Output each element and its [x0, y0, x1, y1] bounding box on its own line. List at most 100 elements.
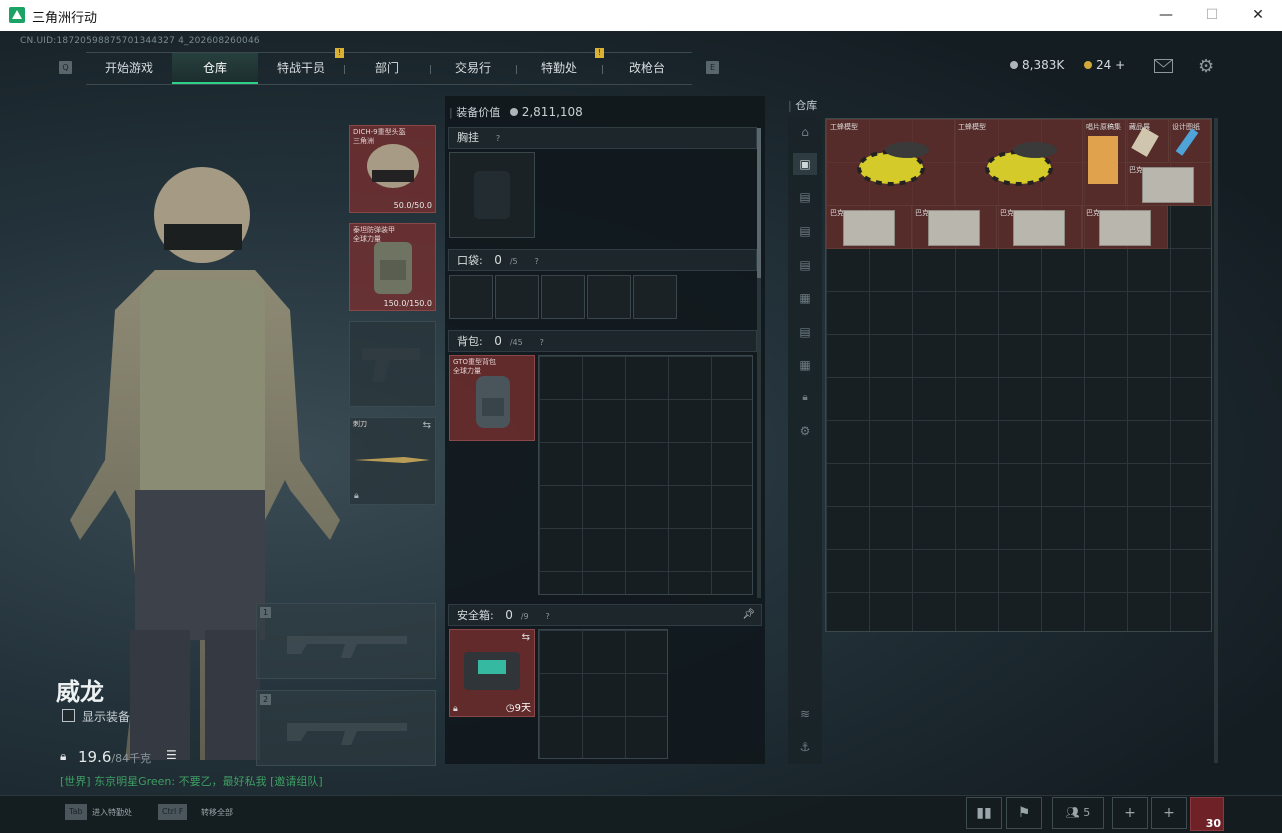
pistol-slot[interactable] [349, 321, 436, 407]
map-image [843, 210, 895, 246]
warehouse-tab-2[interactable]: ▤ [793, 186, 817, 208]
player-level: 30 [1205, 817, 1221, 830]
chat-message[interactable]: [世界] 东京明星Green: 不要乙，最好私我 [邀请组队] [60, 773, 323, 789]
pin-icon[interactable]: 📌︎ [734, 605, 755, 625]
warehouse-tab-3[interactable]: ▤ [793, 220, 817, 242]
warehouse-tab-5[interactable]: ▦ [793, 287, 817, 309]
chest-rig-placeholder-icon [474, 171, 510, 219]
warehouse-tab-1[interactable]: ▣ [793, 153, 817, 175]
tab-department[interactable]: 部门 [344, 53, 430, 84]
add-currency-button[interactable]: + [1115, 58, 1125, 72]
mail-icon[interactable] [1154, 59, 1173, 73]
help-icon[interactable]: ? [535, 612, 553, 622]
pocket-slot[interactable] [587, 275, 631, 319]
settings-icon[interactable]: ⚙ [1198, 56, 1214, 77]
map-image [928, 210, 980, 246]
layers-icon[interactable]: ≋ [793, 703, 817, 725]
add-squad-slot-button[interactable]: + [1112, 797, 1148, 829]
warehouse-item[interactable]: 藏品展 [1125, 119, 1169, 163]
tab-warehouse[interactable]: 仓库 [172, 53, 258, 84]
backpack-slot[interactable]: GTO重型背包 全球力量 [449, 355, 535, 441]
warehouse-tab-4[interactable]: ▤ [793, 254, 817, 276]
safe-box-grid[interactable] [538, 629, 668, 759]
melee-slot[interactable]: 刺刀 ⇆ 🔒︎ [349, 417, 436, 505]
pocket-slot[interactable] [495, 275, 539, 319]
backpack-grid[interactable] [538, 355, 753, 595]
primary-weapon-slot[interactable]: 1 [256, 603, 436, 679]
gold-currency[interactable]: 24 + [1084, 58, 1125, 72]
lock-icon[interactable]: 🔒︎ [793, 387, 817, 409]
warehouse-item[interactable]: 设计图纸 [1168, 119, 1211, 163]
warehouse-tab-7[interactable]: ▦ [793, 354, 817, 376]
warehouse-item[interactable]: 工蜂模型 [954, 119, 1083, 206]
show-equipment-checkbox[interactable] [62, 709, 75, 722]
map-image [1099, 210, 1151, 246]
pocket-slot[interactable] [541, 275, 585, 319]
warehouse-item[interactable]: 唱片原稿集 [1082, 119, 1126, 206]
chest-rig-header: 胸挂? [448, 127, 757, 149]
tab-operators[interactable]: 特战干员! [258, 48, 344, 84]
pocket-slot[interactable] [633, 275, 677, 319]
anchor-icon[interactable]: ⚓︎ [793, 736, 817, 758]
warehouse-scrollbar[interactable] [1214, 118, 1218, 763]
warehouse-item[interactable]: 巴克 [1082, 205, 1168, 249]
friends-button[interactable]: 👥︎ 5 [1052, 797, 1104, 829]
helmet-durability: 50.0/50.0 [393, 201, 432, 210]
help-icon[interactable]: ? [529, 338, 547, 348]
warehouse-tab-all[interactable]: ⌂ [793, 121, 817, 143]
plus-icon: + [1124, 805, 1136, 821]
map-image [1013, 210, 1065, 246]
safe-box-image [464, 652, 520, 690]
warehouse-item[interactable]: 工蜂模型 [826, 119, 955, 206]
minimize-icon[interactable]: — [1143, 0, 1189, 31]
tab-gunsmith[interactable]: 改枪台 [602, 53, 692, 84]
armor-slot[interactable]: 泰坦防弹装甲 全球力量 150.0/150.0 [349, 223, 436, 311]
safe-box-slot[interactable]: ⇆ 🔒︎ ◷9天 [449, 629, 535, 717]
secondary-weapon-slot[interactable]: 2 [256, 690, 436, 766]
swap-icon[interactable]: ⇆ [522, 632, 530, 643]
weight-lock-icon: 🔒︎ [60, 749, 67, 763]
help-icon[interactable]: ? [524, 257, 542, 267]
document-image [1088, 136, 1118, 184]
list-icon[interactable]: ☰ [166, 748, 177, 762]
pistol-placeholder-icon [362, 348, 420, 382]
armor-durability: 150.0/150.0 [383, 299, 433, 308]
tab-market[interactable]: 交易行 [430, 53, 516, 84]
tab-key-label: 进入特勤处 [92, 808, 132, 817]
help-icon[interactable]: ? [485, 134, 503, 144]
warehouse-item[interactable]: 巴克 [996, 205, 1082, 249]
maximize-icon[interactable]: ☐ [1189, 0, 1235, 31]
notification-badge: ! [335, 48, 344, 58]
weapon-slot-number: 1 [260, 607, 271, 618]
warehouse-tab-6[interactable]: ▤ [793, 321, 817, 343]
tab-key[interactable]: Tab [65, 804, 87, 820]
stats-icon[interactable]: ▮▮ [966, 797, 1002, 829]
tab-start-game[interactable]: 开始游戏 [86, 53, 172, 84]
flag-icon[interactable]: ⚑ [1006, 797, 1042, 829]
gold-coin-icon [1084, 61, 1092, 69]
chest-rig-slot[interactable] [449, 152, 535, 238]
avatar[interactable]: 30 [1190, 797, 1224, 831]
tab-special-ops[interactable]: 特勤处! [516, 48, 604, 84]
close-icon[interactable]: ✕ [1235, 0, 1281, 31]
settings-icon[interactable]: ⚙ [793, 420, 817, 442]
nav-prev-key[interactable]: Q [59, 61, 72, 74]
warehouse-item[interactable]: 巴克 [1125, 162, 1211, 206]
loadout-scroll-thumb[interactable] [757, 128, 761, 278]
loadout-value: | 装备价值 2,811,108 [449, 105, 583, 119]
helmet-slot[interactable]: DICH-9重型头盔 三角洲 50.0/50.0 [349, 125, 436, 213]
pocket-slot[interactable] [449, 275, 493, 319]
warehouse-item[interactable]: 巴克 [911, 205, 997, 249]
window-titlebar: 三角洲行动 — ☐ ✕ [0, 0, 1282, 31]
melee-weapon-image [354, 457, 430, 463]
armor-image [374, 242, 412, 294]
add-squad-slot-button[interactable]: + [1151, 797, 1187, 829]
nav-next-key[interactable]: E [706, 61, 719, 74]
rifle-placeholder-icon [287, 636, 407, 658]
silver-currency[interactable]: 8,383K [1010, 58, 1064, 72]
ctrl-f-key[interactable]: Ctrl F [158, 804, 188, 820]
lock-icon: 🔒︎ [354, 491, 359, 501]
warehouse-item[interactable]: 巴克 [826, 205, 912, 249]
swap-icon[interactable]: ⇆ [423, 420, 431, 431]
map-image [1142, 167, 1194, 203]
